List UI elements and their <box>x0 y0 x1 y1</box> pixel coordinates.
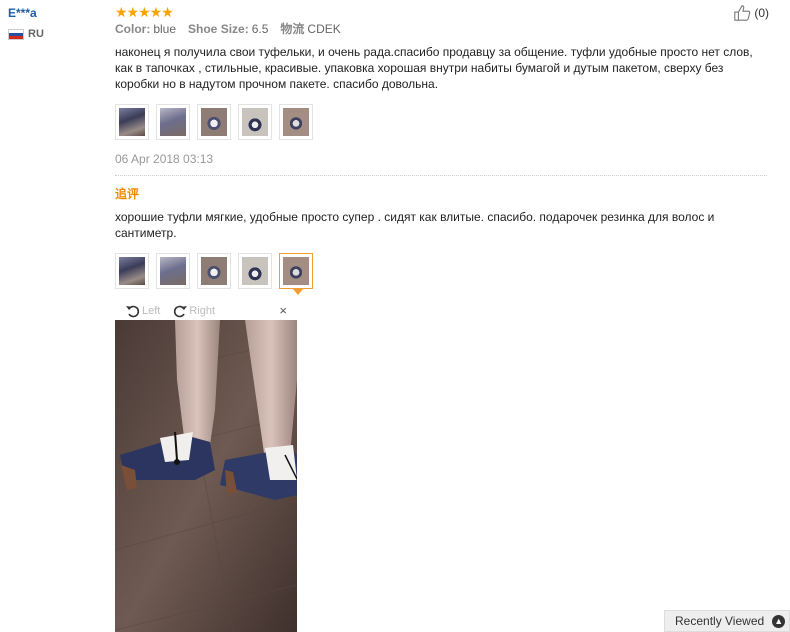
shipping-info: 物流 CDEK <box>280 22 341 36</box>
thumbs-up-icon <box>734 5 751 21</box>
rotate-right-button[interactable]: Right <box>172 303 215 319</box>
color-info: Color: blue <box>115 22 177 36</box>
review-photos <box>115 104 767 140</box>
rotate-left-button[interactable]: Left <box>125 303 160 319</box>
review-photo-thumbnail[interactable] <box>279 104 313 140</box>
recently-viewed-tab[interactable]: Recently Viewed ▲ <box>664 610 790 632</box>
followup-photo-thumbnail[interactable] <box>197 253 231 289</box>
followup-photo-thumbnail[interactable] <box>115 253 149 289</box>
photo-viewer: Left Right × <box>115 302 297 632</box>
review-photo-large <box>115 320 297 632</box>
review-photo-thumbnail[interactable] <box>238 104 272 140</box>
order-info: Color: blue Shoe Size: 6.5 物流 CDEK <box>115 21 767 37</box>
review-date: 06 Apr 2018 03:13 <box>115 152 214 166</box>
viewer-toolbar: Left Right × <box>115 302 297 320</box>
followup-label: 追评 <box>115 187 140 201</box>
rating-stars: ★★★★★ <box>115 4 174 20</box>
country-code: RU <box>28 28 44 40</box>
reviewer-name: E***a <box>8 6 37 20</box>
followup-photo-thumbnail-active[interactable] <box>279 253 313 295</box>
followup-photo-thumbnail[interactable] <box>156 253 190 289</box>
review-photo-thumbnail[interactable] <box>197 104 231 140</box>
followup-photo-thumbnail[interactable] <box>238 253 272 289</box>
helpful-count: (0) <box>754 6 769 20</box>
close-viewer-button[interactable]: × <box>279 303 287 318</box>
rotate-right-icon <box>174 305 188 318</box>
reviewer-info: E***a RU <box>8 6 44 40</box>
review: ★★★★★ Color: blue Shoe Size: 6.5 物流 CDEK (0… <box>115 4 769 632</box>
review-text: наконец я получила свои туфельки, и очен… <box>115 45 753 91</box>
followup-photos <box>115 253 767 295</box>
russia-flag-icon <box>8 28 24 40</box>
rotate-left-icon <box>126 305 140 318</box>
divider <box>115 175 767 176</box>
helpful-button[interactable]: (0) <box>733 4 769 22</box>
size-info: Shoe Size: 6.5 <box>188 22 269 36</box>
recently-viewed-label: Recently Viewed <box>675 614 765 628</box>
review-photo-thumbnail[interactable] <box>156 104 190 140</box>
reviewer-country: RU <box>8 28 44 40</box>
followup-text: хорошие туфли мягкие, удобные просто суп… <box>115 210 715 240</box>
review-photo-thumbnail[interactable] <box>115 104 149 140</box>
chevron-up-icon: ▲ <box>772 614 786 628</box>
